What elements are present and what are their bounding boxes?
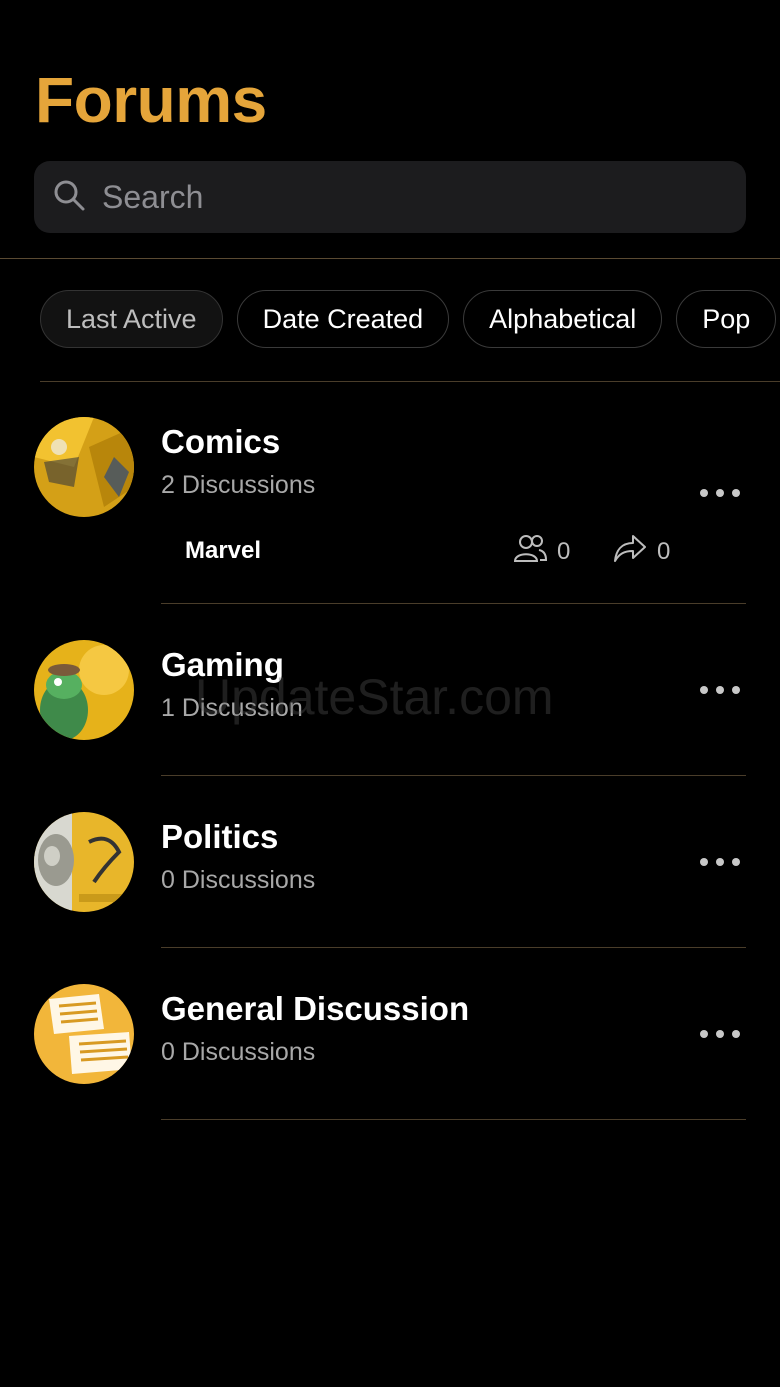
- forum-name: Politics: [161, 818, 279, 855]
- more-options-icon[interactable]: [700, 852, 740, 872]
- forum-discussion-count: 2 Discussions: [161, 471, 316, 499]
- members-count: 0: [557, 537, 571, 565]
- row-divider: [161, 1119, 746, 1120]
- chip-alphabetical[interactable]: Alphabetical: [463, 290, 663, 348]
- forum-name: Comics: [161, 423, 281, 460]
- row-divider: [161, 947, 746, 948]
- row-divider: [161, 775, 746, 776]
- shares-count: 0: [657, 537, 671, 565]
- share-icon[interactable]: [613, 533, 647, 570]
- chips-divider: [40, 381, 780, 382]
- page-title: Forums: [35, 64, 267, 136]
- forum-avatar[interactable]: [34, 417, 134, 517]
- more-options-icon[interactable]: [700, 680, 740, 700]
- forum-name: General Discussion: [161, 990, 470, 1027]
- chip-last-active[interactable]: Last Active: [40, 290, 223, 348]
- sort-chips: Last Active Date Created Alphabetical Po…: [40, 290, 780, 350]
- forum-name: Gaming: [161, 646, 284, 683]
- members-icon: [513, 533, 548, 570]
- more-options-icon[interactable]: [700, 483, 740, 503]
- row-divider: [161, 603, 746, 604]
- more-options-icon[interactable]: [700, 1024, 740, 1044]
- sub-forum-marvel[interactable]: Marvel: [185, 537, 261, 565]
- members-stat: 0: [513, 533, 570, 570]
- forum-avatar[interactable]: [34, 812, 134, 912]
- search-input[interactable]: [100, 177, 704, 217]
- forum-discussion-count: 0 Discussions: [161, 866, 316, 894]
- forum-avatar[interactable]: [34, 640, 134, 740]
- shares-stat: 0: [613, 533, 670, 570]
- forum-discussion-count: 0 Discussions: [161, 1038, 316, 1066]
- chip-date-created[interactable]: Date Created: [236, 290, 450, 348]
- header-divider: [0, 258, 780, 259]
- search-bar[interactable]: [34, 161, 746, 233]
- forum-discussion-count: 1 Discussion: [161, 694, 303, 722]
- forum-avatar[interactable]: [34, 984, 134, 1084]
- search-icon: [52, 178, 86, 217]
- chip-popular[interactable]: Pop: [676, 290, 777, 348]
